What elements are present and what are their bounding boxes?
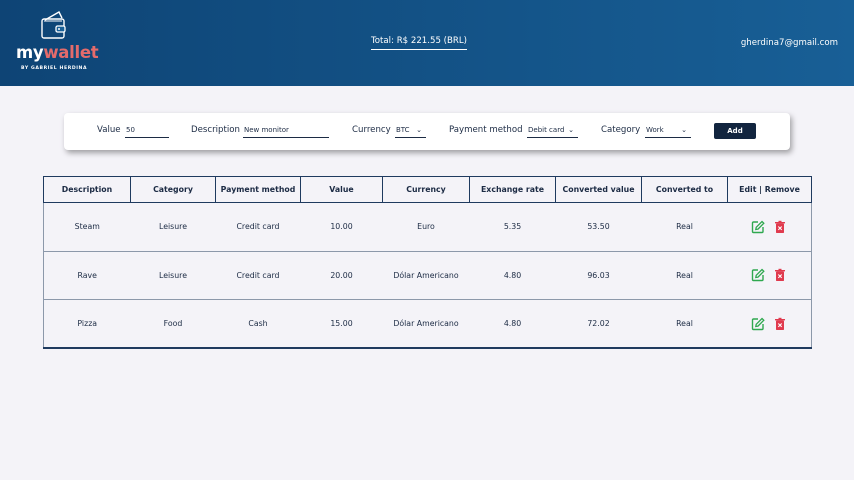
cell-value: 15.00: [300, 299, 383, 349]
trash-icon[interactable]: [773, 268, 787, 282]
description-input[interactable]: New monitor: [243, 122, 329, 138]
payment-method-label: Payment method: [449, 125, 523, 135]
wallet-icon: [41, 11, 66, 39]
cell-payment-method: Credit card: [215, 251, 301, 300]
cell-description: Steam: [43, 202, 131, 252]
table-row: Steam Leisure Credit card 10.00 Euro 5.3…: [43, 202, 812, 252]
category-label: Category: [601, 125, 641, 135]
table-header-row: Description Category Payment method Valu…: [43, 176, 812, 203]
currency-select-value: BTC: [396, 126, 410, 134]
cell-converted-to: Real: [641, 299, 728, 349]
cell-category: Food: [130, 299, 216, 349]
logo-wordmark: mywallet: [16, 43, 99, 62]
cell-converted-value: 53.50: [555, 202, 642, 252]
value-label: Value: [97, 125, 121, 135]
cell-converted-value: 72.02: [555, 299, 642, 349]
expense-form: Value 50 Description New monitor Currenc…: [64, 113, 790, 150]
currency-label: Currency: [352, 125, 391, 135]
table-row: Pizza Food Cash 15.00 Dólar Americano 4.…: [43, 299, 812, 349]
cell-actions: [727, 251, 812, 300]
cell-value: 10.00: [300, 202, 383, 252]
trash-icon[interactable]: [773, 317, 787, 331]
cell-payment-method: Cash: [215, 299, 301, 349]
column-header: Value: [300, 176, 383, 203]
cell-actions: [727, 299, 812, 349]
cell-description: Rave: [43, 251, 131, 300]
cell-exchange-rate: 5.35: [469, 202, 556, 252]
table-row: Rave Leisure Credit card 20.00 Dólar Ame…: [43, 251, 812, 300]
column-header: Currency: [382, 176, 470, 203]
cell-exchange-rate: 4.80: [469, 251, 556, 300]
cell-actions: [727, 202, 812, 252]
cell-category: Leisure: [130, 202, 216, 252]
cell-exchange-rate: 4.80: [469, 299, 556, 349]
column-header: Description: [43, 176, 131, 203]
chevron-down-icon: ⌄: [416, 126, 422, 134]
brand-logo[interactable]: mywallet BY GABRIEL HERDINA: [16, 10, 99, 74]
cell-currency: Euro: [382, 202, 470, 252]
column-header: Category: [130, 176, 216, 203]
category-select[interactable]: Work ⌄: [645, 122, 691, 138]
cell-category: Leisure: [130, 251, 216, 300]
column-header: Payment method: [215, 176, 301, 203]
currency-select[interactable]: BTC ⌄: [395, 122, 426, 138]
payment-method-select-value: Debit card: [528, 126, 565, 134]
expenses-table: Description Category Payment method Valu…: [43, 176, 812, 349]
column-header: Exchange rate: [469, 176, 556, 203]
total-expenses: Total: R$ 221.55 (BRL): [371, 36, 468, 50]
cell-converted-to: Real: [641, 202, 728, 252]
user-email: gherdina7@gmail.com: [740, 38, 838, 48]
cell-payment-method: Credit card: [215, 202, 301, 252]
edit-icon[interactable]: [751, 220, 765, 234]
column-header: Edit | Remove: [727, 176, 812, 203]
category-select-value: Work: [646, 126, 664, 134]
cell-currency: Dólar Americano: [382, 251, 470, 300]
cell-value: 20.00: [300, 251, 383, 300]
edit-icon[interactable]: [751, 317, 765, 331]
cell-description: Pizza: [43, 299, 131, 349]
column-header: Converted to: [641, 176, 728, 203]
cell-converted-value: 96.03: [555, 251, 642, 300]
payment-method-select[interactable]: Debit card ⌄: [527, 122, 578, 138]
trash-icon[interactable]: [773, 220, 787, 234]
description-label: Description: [191, 125, 240, 135]
app-header: mywallet BY GABRIEL HERDINA Total: R$ 22…: [0, 0, 854, 86]
cell-converted-to: Real: [641, 251, 728, 300]
chevron-down-icon: ⌄: [568, 126, 574, 134]
chevron-down-icon: ⌄: [681, 126, 687, 134]
logo-byline: BY GABRIEL HERDINA: [21, 66, 88, 71]
value-input[interactable]: 50: [125, 122, 169, 138]
edit-icon[interactable]: [751, 268, 765, 282]
cell-currency: Dólar Americano: [382, 299, 470, 349]
add-expense-button[interactable]: Add: [714, 123, 756, 139]
column-header: Converted value: [555, 176, 642, 203]
